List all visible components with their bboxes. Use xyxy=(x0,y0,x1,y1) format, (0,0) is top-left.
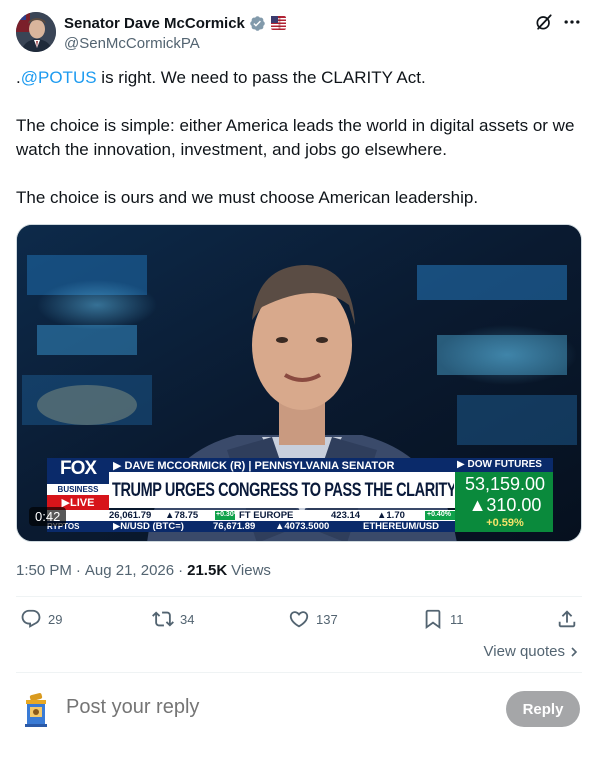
ticker-pct: +0.40% xyxy=(427,511,451,518)
tweet-paragraph-1: .@POTUS is right. We need to pass the CL… xyxy=(16,66,582,90)
meta-separator: · xyxy=(178,561,184,579)
like-action[interactable]: 137 xyxy=(288,608,338,630)
author-display-name[interactable]: Senator Dave McCormick xyxy=(64,15,245,32)
ticker-index: FT EUROPE xyxy=(239,510,294,521)
meta-separator: · xyxy=(75,561,81,579)
reply-action[interactable]: 29 xyxy=(20,608,62,630)
ticker-change: ▲1.70 xyxy=(377,510,405,521)
fox-logo-mid: BUSINESS xyxy=(57,485,99,494)
repost-count: 34 xyxy=(180,611,195,627)
ticker-row-2: RYPTOS ▶N/USD (BTC=) 76,671.89 ▲4073.500… xyxy=(47,521,455,532)
lower-third-name: ▶ DAVE MCCORMICK (R) | PENNSYLVANIA SENA… xyxy=(113,460,395,472)
ticker-change: ▲78.75 xyxy=(165,510,199,521)
author-names: Senator Dave McCormick @SenMcCormickPA xyxy=(64,13,286,52)
divider-bottom xyxy=(16,672,582,673)
fox-live-label: LIVE xyxy=(70,497,95,509)
author-handle[interactable]: @SenMcCormickPA xyxy=(64,35,286,52)
ticker-symbol: ▶N/USD (BTC=) xyxy=(113,521,184,532)
ticker-pct: +0.30% xyxy=(216,511,240,518)
repost-action[interactable]: 34 xyxy=(152,608,194,630)
dow-value: 53,159.00 xyxy=(464,474,546,494)
tweet-meta: 1:50 PM · Aug 21, 2026 · 21.5K Views xyxy=(16,560,271,580)
video-player[interactable]: FOX BUSINESS ▶LIVE ▶ DAVE MCCORMICK (R) … xyxy=(16,224,582,542)
tweet-time[interactable]: 1:50 PM xyxy=(16,562,72,579)
reply-count: 29 xyxy=(48,611,63,627)
tweet-text: .@POTUS is right. We need to pass the CL… xyxy=(16,66,582,210)
repost-icon xyxy=(152,611,174,627)
ticker-symbol: ETHEREUM/USD xyxy=(363,521,440,532)
dow-change: ▲310.00 xyxy=(468,495,542,515)
lower-third-headline: TRUMP URGES CONGRESS TO PASS THE CLARITY… xyxy=(112,480,454,502)
reply-composer: Reply xyxy=(16,686,582,732)
bookmark-action[interactable]: 11 xyxy=(422,608,464,630)
user-avatar[interactable] xyxy=(16,690,56,730)
share-icon xyxy=(558,610,576,628)
like-count: 137 xyxy=(316,611,338,627)
ticker-change: ▲4073.5000 xyxy=(275,521,330,532)
tweet-header: Senator Dave McCormick @SenMcCormickPA xyxy=(16,12,582,54)
ticker-value: 423.14 xyxy=(331,510,361,521)
bookmark-icon xyxy=(425,609,441,630)
bookmark-count: 11 xyxy=(450,611,464,627)
divider-top xyxy=(16,596,582,597)
heart-icon xyxy=(289,611,309,628)
fox-logo-top: FOX xyxy=(59,458,97,479)
dow-label: ▶ DOW FUTURES xyxy=(457,459,542,470)
views-count: 21.5K xyxy=(187,561,228,579)
reply-icon xyxy=(21,609,41,628)
more-options-icon[interactable] xyxy=(562,12,582,32)
us-flag-icon xyxy=(270,16,286,30)
mention-link[interactable]: @POTUS xyxy=(21,68,97,87)
tweet-paragraph-3: The choice is ours and we must choose Am… xyxy=(16,188,479,207)
view-quotes-label: View quotes xyxy=(483,643,565,660)
share-action[interactable] xyxy=(556,608,584,630)
video-duration: 0:42 xyxy=(29,507,67,526)
ticker-row-1: 26,061.79 ▲78.75 +0.30% FT EUROPE 423.14… xyxy=(109,510,455,521)
view-quotes-link[interactable]: View quotes xyxy=(484,643,580,660)
author-avatar[interactable] xyxy=(16,12,56,52)
grok-icon[interactable] xyxy=(534,12,554,32)
views-label: Views xyxy=(231,561,271,579)
tweet-paragraph-2: The choice is simple: either America lea… xyxy=(16,116,575,159)
tweet-paragraph-1-rest: is right. We need to pass the CLARITY Ac… xyxy=(96,68,426,87)
broadcast-overlay: FOX BUSINESS ▶LIVE ▶ DAVE MCCORMICK (R) … xyxy=(17,225,581,541)
chevron-right-icon xyxy=(571,646,578,657)
ticker-value: 26,061.79 xyxy=(109,510,152,521)
reply-button[interactable]: Reply xyxy=(506,691,580,727)
dow-pct: +0.59% xyxy=(486,517,524,529)
reply-input[interactable] xyxy=(66,696,466,719)
ticker-value: 76,671.89 xyxy=(213,521,256,532)
tweet-actions: 29 34 137 11 xyxy=(16,608,582,634)
tweet-date[interactable]: Aug 21, 2026 xyxy=(85,562,174,579)
verified-badge-icon xyxy=(250,15,265,31)
